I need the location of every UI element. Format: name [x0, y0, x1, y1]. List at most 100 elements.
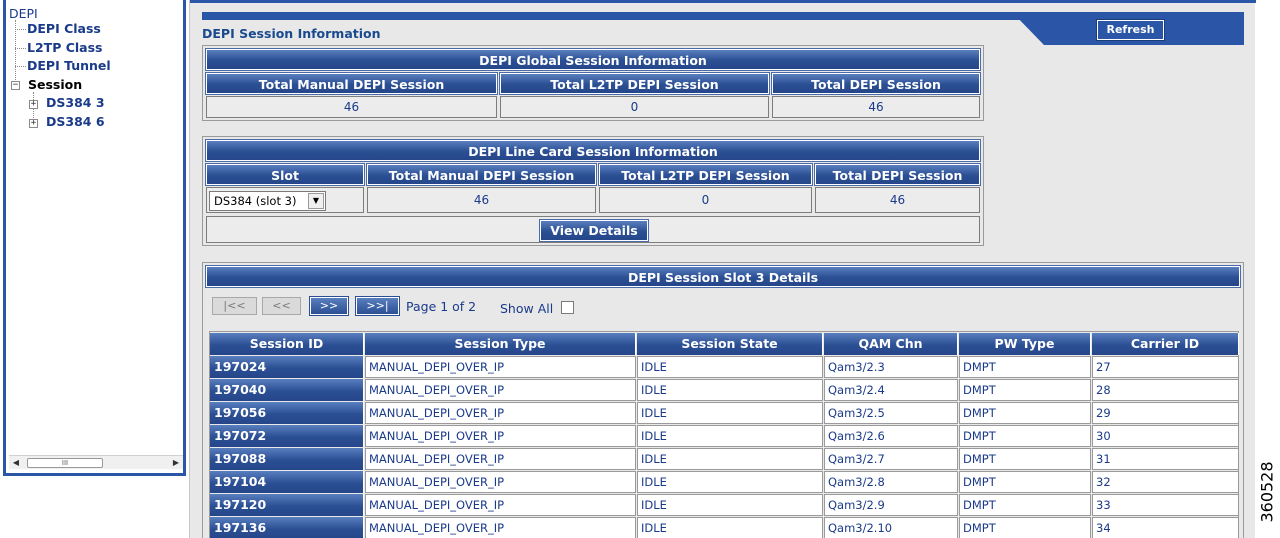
- pw-type-cell: DMPT: [959, 402, 1091, 424]
- session-id-cell: 197040: [210, 379, 364, 401]
- collapse-icon[interactable]: −: [11, 81, 20, 90]
- pw-type-cell: DMPT: [959, 448, 1091, 470]
- session-id-cell: 197120: [210, 494, 364, 516]
- line-card-col-slot: Slot: [205, 163, 365, 186]
- view-details-button[interactable]: View Details: [539, 219, 649, 242]
- carrier-id-cell: 32: [1092, 471, 1239, 493]
- line-card-value-manual: 46: [367, 187, 596, 213]
- session-type-cell: MANUAL_DEPI_OVER_IP: [365, 494, 636, 516]
- pw-type-cell: DMPT: [959, 356, 1091, 378]
- page-indicator: Page 1 of 2: [406, 299, 477, 314]
- pw-type-cell: DMPT: [959, 517, 1091, 538]
- session-state-cell: IDLE: [637, 494, 823, 516]
- qam-chn-cell: Qam3/2.6: [824, 425, 958, 447]
- carrier-id-cell: 29: [1092, 402, 1239, 424]
- global-session-title: DEPI Global Session Information: [205, 48, 981, 71]
- chevron-down-icon[interactable]: ▼: [308, 193, 324, 209]
- tree-item-depi-class[interactable]: DEPI Class: [27, 21, 101, 36]
- scrollbar-thumb[interactable]: III: [27, 458, 103, 468]
- qam-chn-cell: Qam3/2.8: [824, 471, 958, 493]
- expand-icon[interactable]: +: [29, 119, 38, 128]
- col-qam-chn: QAM Chn: [824, 333, 958, 355]
- session-type-cell: MANUAL_DEPI_OVER_IP: [365, 379, 636, 401]
- session-id-cell: 197056: [210, 402, 364, 424]
- carrier-id-cell: 28: [1092, 379, 1239, 401]
- refresh-button[interactable]: Refresh: [1096, 19, 1165, 41]
- line-card-col-total: Total DEPI Session: [814, 163, 981, 186]
- global-value-total: 46: [772, 96, 980, 118]
- line-card-value-total: 46: [815, 187, 980, 213]
- expand-icon[interactable]: +: [29, 100, 38, 109]
- carrier-id-cell: 33: [1092, 494, 1239, 516]
- next-page-button[interactable]: >>: [309, 296, 349, 316]
- col-session-type: Session Type: [365, 333, 636, 355]
- tree-connector: [15, 66, 26, 67]
- pw-type-cell: DMPT: [959, 379, 1091, 401]
- tree-item-ds384-6[interactable]: DS384 6: [46, 114, 105, 129]
- carrier-id-cell: 30: [1092, 425, 1239, 447]
- line-card-col-l2tp: Total L2TP DEPI Session: [598, 163, 813, 186]
- line-card-session-panel: DEPI Line Card Session Information Slot …: [202, 136, 984, 246]
- session-table: Session ID Session Type Session State QA…: [209, 331, 1239, 538]
- global-col-l2tp: Total L2TP DEPI Session: [499, 72, 770, 95]
- top-border: [190, 0, 1256, 3]
- figure-number: 360528: [1257, 461, 1277, 523]
- session-state-cell: IDLE: [637, 402, 823, 424]
- qam-chn-cell: Qam3/2.3: [824, 356, 958, 378]
- last-page-button[interactable]: >>|: [355, 296, 400, 316]
- pw-type-cell: DMPT: [959, 494, 1091, 516]
- first-page-button[interactable]: |<<: [212, 297, 257, 315]
- scroll-left-icon[interactable]: ◀: [9, 456, 23, 470]
- global-session-panel: DEPI Global Session Information Total Ma…: [202, 45, 984, 121]
- line-card-session-title: DEPI Line Card Session Information: [205, 139, 981, 162]
- col-session-state: Session State: [637, 333, 823, 355]
- pw-type-cell: DMPT: [959, 425, 1091, 447]
- show-all-label: Show All: [500, 301, 554, 316]
- qam-chn-cell: Qam3/2.10: [824, 517, 958, 538]
- session-details-title: DEPI Session Slot 3 Details: [205, 265, 1241, 288]
- line-card-col-manual: Total Manual DEPI Session: [366, 163, 597, 186]
- session-type-cell: MANUAL_DEPI_OVER_IP: [365, 471, 636, 493]
- session-state-cell: IDLE: [637, 517, 823, 538]
- qam-chn-cell: Qam3/2.9: [824, 494, 958, 516]
- carrier-id-cell: 34: [1092, 517, 1239, 538]
- carrier-id-cell: 31: [1092, 448, 1239, 470]
- tree-item-ds384-3[interactable]: DS384 3: [46, 95, 105, 110]
- session-type-cell: MANUAL_DEPI_OVER_IP: [365, 517, 636, 538]
- session-state-cell: IDLE: [637, 471, 823, 493]
- tree-item-l2tp-class[interactable]: L2TP Class: [27, 40, 102, 55]
- qam-chn-cell: Qam3/2.7: [824, 448, 958, 470]
- session-state-cell: IDLE: [637, 356, 823, 378]
- col-carrier-id: Carrier ID: [1092, 333, 1239, 355]
- session-state-cell: IDLE: [637, 379, 823, 401]
- tree-root-depi[interactable]: DEPI: [9, 6, 38, 21]
- page-title: DEPI Session Information: [202, 26, 381, 41]
- session-type-cell: MANUAL_DEPI_OVER_IP: [365, 402, 636, 424]
- tree-item-depi-tunnel[interactable]: DEPI Tunnel: [27, 58, 111, 73]
- horizontal-scrollbar[interactable]: ◀ III ▶: [9, 455, 183, 469]
- global-value-l2tp: 0: [500, 96, 769, 118]
- tree-connector: [15, 29, 26, 30]
- qam-chn-cell: Qam3/2.5: [824, 402, 958, 424]
- session-type-cell: MANUAL_DEPI_OVER_IP: [365, 425, 636, 447]
- session-id-cell: 197088: [210, 448, 364, 470]
- session-id-cell: 197104: [210, 471, 364, 493]
- session-id-cell: 197072: [210, 425, 364, 447]
- slot-select[interactable]: DS384 (slot 3) ▼: [209, 191, 326, 211]
- line-card-value-l2tp: 0: [599, 187, 812, 213]
- global-col-total: Total DEPI Session: [771, 72, 981, 95]
- session-details-panel: DEPI Session Slot 3 Details |<< << >> >>…: [202, 262, 1244, 538]
- prev-page-button[interactable]: <<: [262, 297, 301, 315]
- scroll-right-icon[interactable]: ▶: [169, 456, 183, 470]
- col-pw-type: PW Type: [959, 333, 1091, 355]
- show-all-checkbox[interactable]: [561, 301, 574, 314]
- tree-item-session[interactable]: Session: [26, 77, 85, 92]
- session-state-cell: IDLE: [637, 425, 823, 447]
- carrier-id-cell: 27: [1092, 356, 1239, 378]
- col-session-id: Session ID: [210, 333, 364, 355]
- qam-chn-cell: Qam3/2.4: [824, 379, 958, 401]
- slot-select-value: DS384 (slot 3): [214, 194, 297, 208]
- session-type-cell: MANUAL_DEPI_OVER_IP: [365, 448, 636, 470]
- session-id-cell: 197136: [210, 517, 364, 538]
- session-state-cell: IDLE: [637, 448, 823, 470]
